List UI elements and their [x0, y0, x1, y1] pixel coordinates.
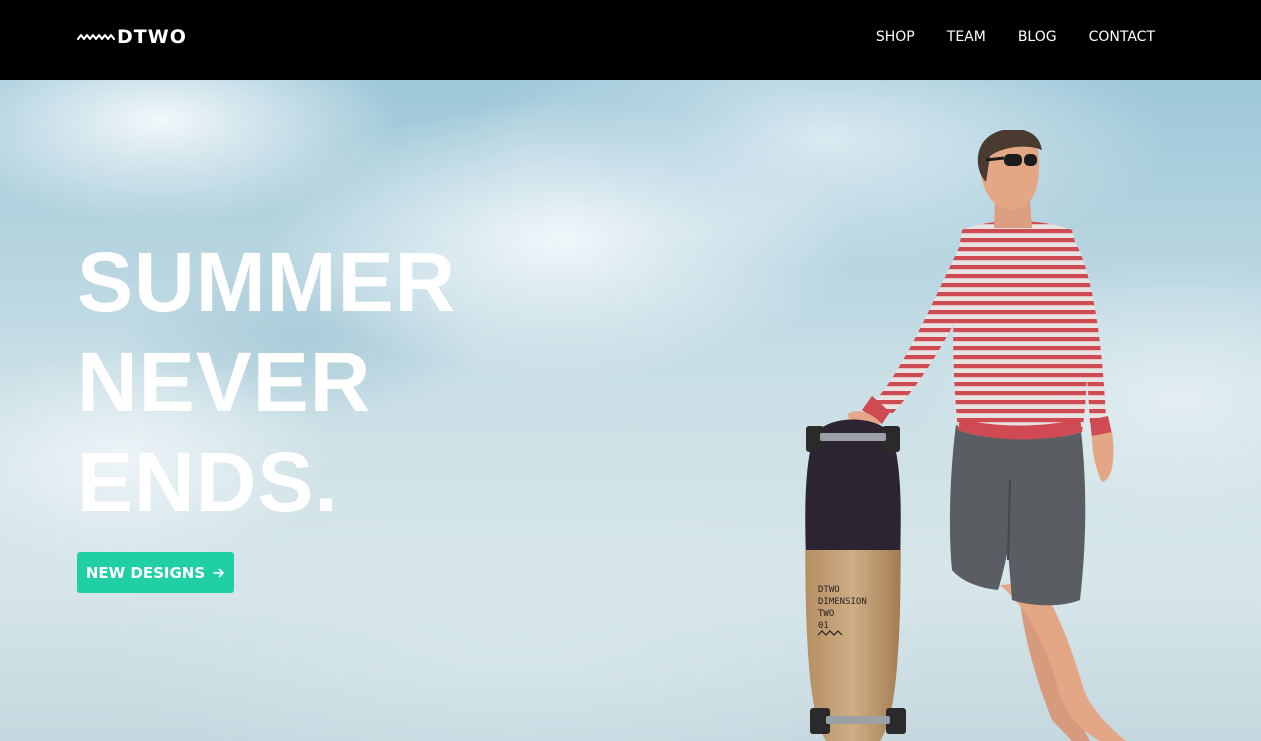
hero-section: SUMMER NEVER ENDS. NEW DESIGNS DTWO DIME…	[0, 80, 1261, 741]
hero-headline: SUMMER NEVER ENDS.	[77, 232, 456, 532]
skater-with-longboard-image: DTWO DIMENSION TWO 01	[805, 130, 1126, 741]
headline-line-2: NEVER	[77, 335, 372, 429]
board-print-3: TWO	[818, 609, 834, 619]
board-print-2: DIMENSION	[818, 597, 867, 607]
nav-team-link[interactable]: TEAM	[947, 29, 986, 45]
logo-text: DTWO	[117, 26, 187, 48]
nav-shop-link[interactable]: SHOP	[876, 29, 915, 45]
nav-blog-link[interactable]: BLOG	[1018, 29, 1057, 45]
wave-logo-icon	[77, 34, 115, 40]
nav-contact-link[interactable]: CONTACT	[1089, 29, 1155, 45]
board-print-1: DTWO	[818, 585, 840, 595]
site-header: DTWO SHOP TEAM BLOG CONTACT	[0, 0, 1261, 80]
new-designs-button[interactable]: NEW DESIGNS	[77, 552, 234, 593]
headline-line-1: SUMMER	[77, 235, 457, 329]
logo[interactable]: DTWO	[77, 27, 187, 47]
arrow-right-icon	[213, 568, 224, 577]
cta-label: NEW DESIGNS	[85, 563, 206, 582]
headline-line-3: ENDS.	[77, 435, 339, 529]
main-nav: SHOP TEAM BLOG CONTACT	[844, 0, 1155, 74]
board-print-4: 01	[818, 621, 829, 631]
